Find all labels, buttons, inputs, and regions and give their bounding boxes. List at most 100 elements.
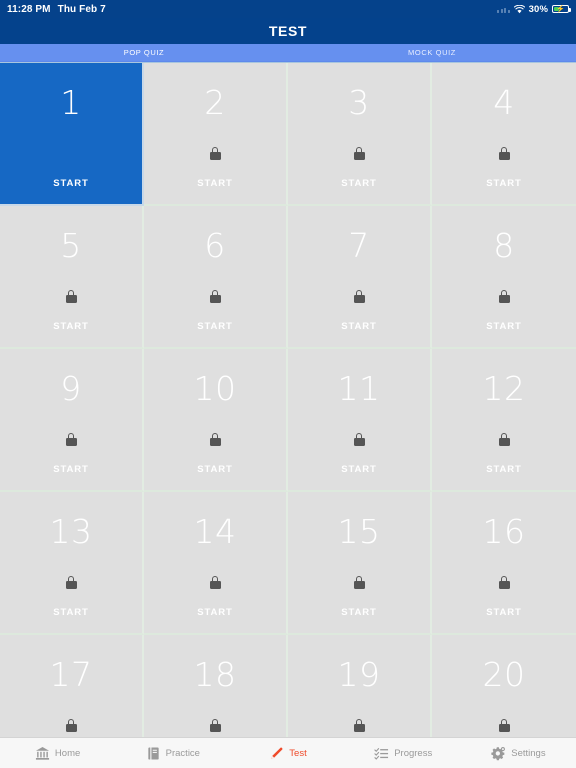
- app-screen: 11:28 PM Thu Feb 7 30% ⚡ TEST POP QUIZ M…: [0, 0, 576, 768]
- quiz-cell-start-label[interactable]: START: [341, 321, 376, 332]
- quiz-cell-start-label[interactable]: START: [197, 321, 232, 332]
- quiz-cell[interactable]: 11 START: [288, 349, 432, 492]
- quiz-cell-number: 4: [493, 83, 515, 122]
- quiz-cell[interactable]: 14 START: [144, 492, 288, 635]
- lock-icon: [65, 433, 77, 446]
- quiz-cell-number: 3: [348, 83, 370, 122]
- quiz-cell-start-label[interactable]: START: [486, 178, 521, 189]
- quiz-cell[interactable]: 10 START: [144, 349, 288, 492]
- battery-charging-icon: ⚡: [552, 4, 571, 14]
- bottom-tab-settings[interactable]: Settings: [461, 746, 576, 761]
- tab-pop-quiz[interactable]: POP QUIZ: [0, 44, 288, 61]
- tab-mock-quiz-label: MOCK QUIZ: [408, 48, 456, 57]
- quiz-cell[interactable]: 16 START: [432, 492, 576, 635]
- quiz-cell-start-label[interactable]: START: [53, 178, 88, 189]
- lock-icon: [353, 433, 365, 446]
- bottom-tab-test[interactable]: Test: [230, 746, 345, 761]
- bottom-tab-practice[interactable]: Practice: [115, 746, 230, 761]
- battery-percent: 30%: [528, 3, 548, 15]
- quiz-cell-start-label[interactable]: START: [341, 464, 376, 475]
- lock-icon: [65, 290, 77, 303]
- quiz-cell-number: 9: [60, 369, 82, 408]
- quiz-cell-number: 12: [482, 369, 526, 408]
- lock-icon: [209, 147, 221, 160]
- bottom-tab-label: Progress: [394, 747, 433, 759]
- quiz-grid: 1 START 2 START 3 START 4 START 5 START 6 START 7 STA…: [0, 63, 576, 768]
- quiz-cell-number: 19: [337, 655, 381, 694]
- quiz-cell-start-label[interactable]: START: [53, 321, 88, 332]
- bottom-tab-bar[interactable]: Home Practice Test Progress Settings: [0, 737, 576, 768]
- lock-icon: [209, 576, 221, 589]
- quiz-grid-scroll[interactable]: 1 START 2 START 3 START 4 START 5 START 6 START 7 STA…: [0, 62, 576, 768]
- status-time: 11:28 PM: [7, 3, 51, 15]
- quiz-cell-number: 2: [204, 83, 226, 122]
- bottom-tab-progress[interactable]: Progress: [346, 746, 461, 761]
- lock-icon: [65, 719, 77, 732]
- quiz-cell[interactable]: 4 START: [432, 63, 576, 206]
- lock-icon: [353, 719, 365, 732]
- bottom-tab-label: Home: [54, 747, 81, 759]
- quiz-cell-start-label[interactable]: START: [53, 464, 88, 475]
- status-bar: 11:28 PM Thu Feb 7 30% ⚡: [0, 0, 576, 18]
- quiz-cell-number: 10: [193, 369, 237, 408]
- quiz-cell[interactable]: 8 START: [432, 206, 576, 349]
- tasklist-icon: [374, 746, 389, 761]
- quiz-cell[interactable]: 13 START: [0, 492, 144, 635]
- bottom-tab-label: Test: [289, 747, 307, 759]
- bottom-tab-label: Practice: [165, 747, 200, 759]
- quiz-cell-start-label[interactable]: START: [486, 607, 521, 618]
- quiz-cell-number: 5: [60, 226, 82, 265]
- quiz-cell[interactable]: 5 START: [0, 206, 144, 349]
- quiz-cell-number: 8: [493, 226, 515, 265]
- lock-icon: [498, 147, 510, 160]
- tab-pop-quiz-label: POP QUIZ: [123, 48, 165, 57]
- quiz-cell[interactable]: 12 START: [432, 349, 576, 492]
- lock-icon: [498, 576, 510, 589]
- quiz-cell-start-label[interactable]: START: [197, 464, 232, 475]
- status-date: Thu Feb 7: [57, 3, 106, 15]
- quiz-cell-number: 20: [482, 655, 526, 694]
- lock-icon: [209, 433, 221, 446]
- lock-icon: [353, 147, 365, 160]
- quiz-cell[interactable]: 15 START: [288, 492, 432, 635]
- quiz-cell-number: 1: [60, 83, 82, 122]
- lock-icon: [498, 719, 510, 732]
- book-icon: [146, 746, 161, 761]
- wifi-icon: [513, 4, 525, 14]
- lock-icon: [498, 290, 510, 303]
- lock-icon: [353, 290, 365, 303]
- quiz-cell-number: 11: [337, 369, 381, 408]
- quiz-cell[interactable]: 1 START: [0, 63, 144, 206]
- bottom-tab-label: Settings: [511, 747, 546, 759]
- bottom-tab-home[interactable]: Home: [0, 746, 115, 761]
- quiz-cell-start-label[interactable]: START: [486, 464, 521, 475]
- page-title: TEST: [268, 23, 308, 39]
- quiz-cell[interactable]: 2 START: [144, 63, 288, 206]
- quiz-cell-start-label[interactable]: START: [341, 178, 376, 189]
- quiz-cell-number: 15: [337, 512, 381, 551]
- quiz-cell-start-label[interactable]: START: [486, 321, 521, 332]
- quiz-cell-number: 7: [348, 226, 370, 265]
- quiz-cell-start-label[interactable]: START: [197, 178, 232, 189]
- quiz-cell[interactable]: 9 START: [0, 349, 144, 492]
- status-bar-left: 11:28 PM Thu Feb 7: [7, 4, 106, 15]
- navigation-bar: TEST: [0, 18, 576, 44]
- lock-icon: [65, 576, 77, 589]
- lock-icon: [209, 719, 221, 732]
- lock-icon: [209, 290, 221, 303]
- quiz-cell-start-label[interactable]: START: [197, 607, 232, 618]
- lock-icon: [353, 576, 365, 589]
- tab-mock-quiz[interactable]: MOCK QUIZ: [288, 44, 576, 61]
- quiz-cell[interactable]: 3 START: [288, 63, 432, 206]
- lock-placeholder: [66, 147, 77, 160]
- quiz-cell-number: 6: [204, 226, 226, 265]
- lock-icon: [498, 433, 510, 446]
- quiz-cell[interactable]: 6 START: [144, 206, 288, 349]
- pencil-icon: [269, 746, 284, 761]
- quiz-cell-start-label[interactable]: START: [341, 607, 376, 618]
- quiz-type-tabbar[interactable]: POP QUIZ MOCK QUIZ: [0, 44, 576, 62]
- quiz-cell-number: 18: [193, 655, 237, 694]
- quiz-cell-number: 13: [49, 512, 93, 551]
- quiz-cell[interactable]: 7 START: [288, 206, 432, 349]
- quiz-cell-start-label[interactable]: START: [53, 607, 88, 618]
